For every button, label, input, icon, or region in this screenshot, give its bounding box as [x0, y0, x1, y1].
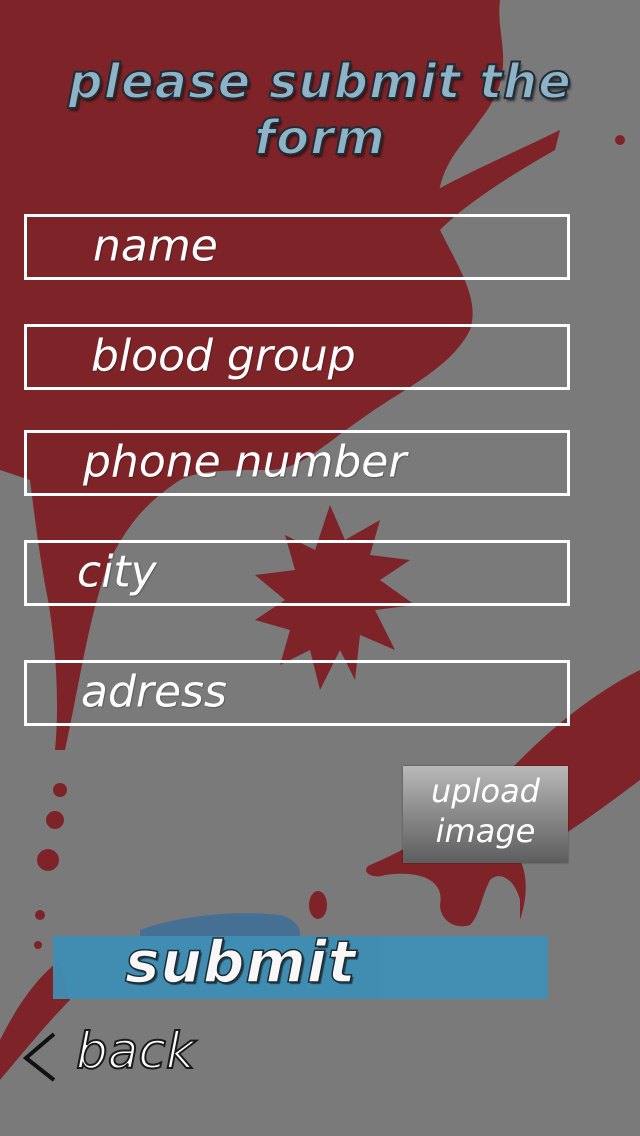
name-field-label: name: [93, 220, 218, 272]
submit-button-label: submit: [124, 927, 357, 997]
phone-number-field[interactable]: phone number: [24, 430, 570, 496]
blood-group-field[interactable]: blood group: [24, 324, 570, 390]
page-title: please submit the form: [67, 53, 572, 167]
submit-button[interactable]: submit: [53, 927, 548, 999]
upload-image-label-line1: upload: [431, 772, 540, 810]
address-field[interactable]: adress: [24, 660, 570, 726]
back-button-label: back: [75, 1021, 196, 1081]
back-button[interactable]: back: [18, 1021, 218, 1086]
upload-image-label-line2: image: [435, 812, 536, 850]
blood-group-field-label: blood group: [91, 330, 356, 382]
city-field[interactable]: city: [24, 540, 570, 606]
city-field-label: city: [77, 546, 157, 598]
phone-number-field-label: phone number: [83, 436, 407, 488]
chevron-left-icon: [22, 1032, 56, 1082]
upload-image-button[interactable]: upload image: [403, 766, 568, 863]
address-field-label: adress: [81, 666, 227, 718]
name-field[interactable]: name: [24, 214, 570, 280]
